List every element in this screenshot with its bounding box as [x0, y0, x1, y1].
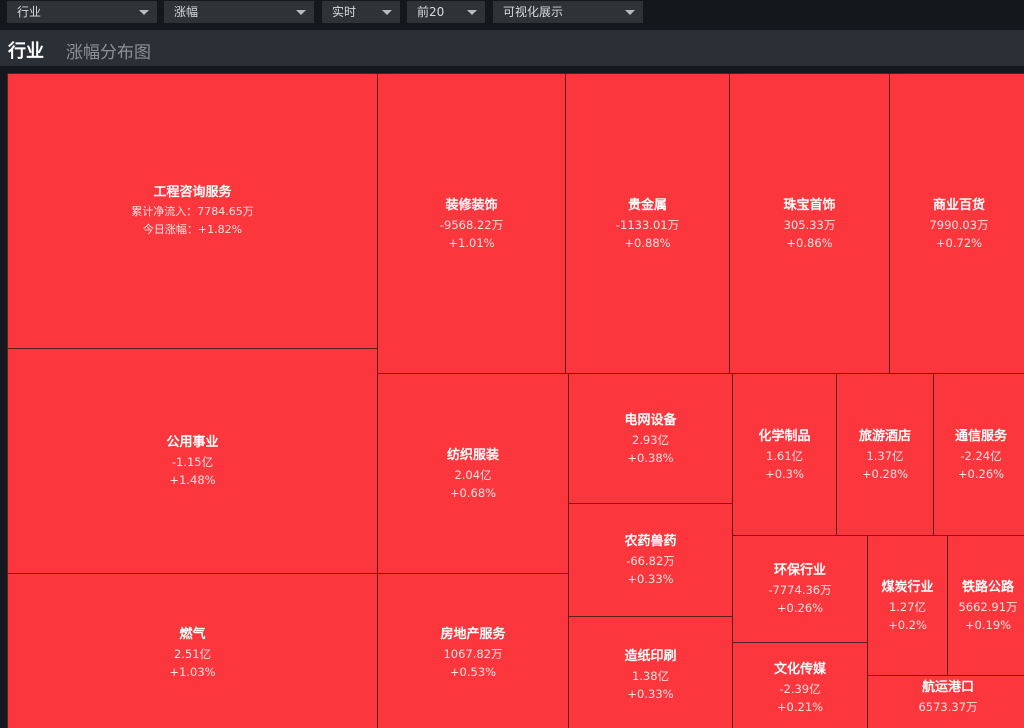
tile-change: +0.28%	[861, 466, 909, 481]
tile-hxzp[interactable]: 化学制品 1.61亿 +0.3%	[732, 373, 837, 536]
tile-name: 工程咨询服务	[153, 185, 232, 200]
tile-flow: 1.37亿	[866, 448, 904, 463]
tile-change: +0.53%	[449, 665, 497, 679]
tile-change: +1.01%	[448, 235, 495, 250]
tile-name: 装修装饰	[445, 197, 498, 213]
tile-flow: 305.33万	[783, 217, 836, 232]
metric-select[interactable]: 涨幅	[164, 1, 314, 23]
tile-change: +0.2%	[888, 617, 927, 632]
tile-flow: 2.04亿	[454, 467, 492, 482]
tile-flow: -7774.36万	[768, 583, 832, 597]
treemap: 工程咨询服务 累计净流入：7784.65万 今日涨幅：+1.82% 公用事业 -…	[7, 73, 1024, 728]
top-n-select-value: 前20	[417, 5, 445, 19]
tile-change: +0.86%	[786, 235, 833, 250]
tile-tlgl[interactable]: 铁路公路 5662.91万 +0.19%	[947, 535, 1024, 676]
chevron-down-icon	[467, 10, 477, 15]
tile-change: 今日涨幅：+1.82%	[142, 223, 243, 236]
chevron-down-icon	[625, 10, 635, 15]
tile-lyjd[interactable]: 旅游酒店 1.37亿 +0.28%	[836, 373, 934, 536]
toolbar: 行业 涨幅 实时 前20 可视化展示	[0, 0, 1024, 26]
tile-zzys[interactable]: 造纸印刷 1.38亿 +0.33%	[568, 616, 733, 728]
view-select-value: 可视化展示	[503, 5, 564, 19]
tile-name: 铁路公路	[961, 579, 1014, 595]
chevron-down-icon	[382, 10, 392, 15]
time-select[interactable]: 实时	[322, 1, 400, 23]
tile-hbhy[interactable]: 环保行业 -7774.36万 +0.26%	[732, 535, 868, 643]
tile-flow: 累计净流入：7784.65万	[131, 205, 254, 218]
tile-change: +0.88%	[624, 235, 671, 250]
chevron-down-icon	[139, 10, 149, 15]
tile-name: 电网设备	[624, 412, 677, 428]
tile-fdcfw[interactable]: 房地产服务 1067.82万 +0.53%	[377, 573, 569, 728]
tile-change: +0.26%	[776, 601, 824, 615]
tile-mthy[interactable]: 煤炭行业 1.27亿 +0.2%	[867, 535, 948, 676]
tile-change: +0.21%	[776, 699, 824, 714]
tile-name: 公用事业	[166, 435, 219, 450]
metric-select-value: 涨幅	[174, 5, 199, 19]
tile-change: +1.48%	[169, 473, 216, 487]
tile-name: 珠宝首饰	[783, 197, 836, 213]
tile-name: 航运港口	[921, 680, 974, 695]
title-bar: 行业 涨幅分布图	[0, 30, 1024, 66]
tile-flow: 6573.37万	[918, 700, 978, 714]
tile-flow: 1.27亿	[888, 599, 927, 614]
tile-flow: -1133.01万	[615, 217, 680, 232]
page-title: 行业	[8, 41, 44, 62]
tile-change: +1.03%	[169, 665, 216, 679]
chevron-down-icon	[296, 10, 306, 15]
tile-name: 贵金属	[627, 197, 667, 213]
tile-name: 农药兽药	[624, 534, 677, 549]
tile-flow: 1067.82万	[443, 647, 503, 661]
tile-zbss[interactable]: 珠宝首饰 305.33万 +0.86%	[729, 73, 890, 374]
tile-change: +0.26%	[957, 466, 1005, 481]
tile-change: +0.3%	[765, 466, 804, 481]
tile-flow: 7990.03万	[929, 217, 989, 232]
tile-change: +0.68%	[449, 485, 497, 500]
tile-name: 煤炭行业	[881, 579, 934, 595]
tile-hygk[interactable]: 航运港口 6573.37万	[867, 675, 1024, 728]
tile-flow: 1.61亿	[765, 448, 804, 463]
page-subtitle: 涨幅分布图	[66, 43, 151, 63]
industry-select-value: 行业	[17, 5, 42, 19]
tile-name: 商业百货	[932, 197, 985, 213]
tile-gcxz[interactable]: 工程咨询服务 累计净流入：7784.65万 今日涨幅：+1.82%	[7, 73, 378, 349]
tile-flow: -9568.22万	[439, 217, 504, 232]
tile-name: 燃气	[179, 627, 206, 642]
tile-name: 文化传媒	[773, 661, 826, 677]
tile-name: 旅游酒店	[858, 428, 911, 444]
tile-flow: 2.93亿	[631, 432, 670, 447]
tile-change: +0.33%	[627, 572, 674, 586]
time-select-value: 实时	[332, 5, 357, 19]
tile-name: 环保行业	[773, 563, 826, 578]
view-select[interactable]: 可视化展示	[493, 1, 643, 23]
tile-flow: 5662.91万	[958, 599, 1018, 614]
tile-name: 造纸印刷	[624, 648, 677, 664]
tile-flow: 2.51亿	[173, 647, 212, 661]
tile-gjs[interactable]: 贵金属 -1133.01万 +0.88%	[565, 73, 730, 374]
tile-change: +0.19%	[964, 617, 1012, 632]
tile-name: 房地产服务	[440, 627, 506, 642]
top-n-select[interactable]: 前20	[407, 1, 485, 23]
tile-change: +0.33%	[627, 686, 674, 701]
tile-change: +0.72%	[935, 235, 983, 250]
tile-gysy[interactable]: 公用事业 -1.15亿 +1.48%	[7, 348, 378, 574]
tile-nyss[interactable]: 农药兽药 -66.82万 +0.33%	[568, 503, 733, 617]
tile-flow: -2.24亿	[960, 448, 1002, 463]
tile-dwsb[interactable]: 电网设备 2.93亿 +0.38%	[568, 373, 733, 504]
tile-txfw[interactable]: 通信服务 -2.24亿 +0.26%	[933, 373, 1024, 536]
tile-flow: 1.38亿	[631, 668, 670, 683]
industry-select[interactable]: 行业	[7, 1, 157, 23]
tile-flow: -1.15亿	[171, 455, 214, 469]
tile-whcm[interactable]: 文化传媒 -2.39亿 +0.21%	[732, 642, 868, 728]
tile-name: 纺织服装	[446, 447, 499, 463]
tile-rq[interactable]: 燃气 2.51亿 +1.03%	[7, 573, 378, 728]
tile-change: +0.38%	[627, 450, 674, 465]
tile-name: 化学制品	[758, 428, 811, 444]
tile-fzfz[interactable]: 纺织服装 2.04亿 +0.68%	[377, 373, 569, 574]
tile-flow: -66.82万	[626, 554, 675, 568]
tile-name: 通信服务	[954, 428, 1007, 444]
tile-zxzs[interactable]: 装修装饰 -9568.22万 +1.01%	[377, 73, 566, 374]
tile-flow: -2.39亿	[779, 681, 821, 696]
tile-sybh[interactable]: 商业百货 7990.03万 +0.72%	[889, 73, 1024, 374]
